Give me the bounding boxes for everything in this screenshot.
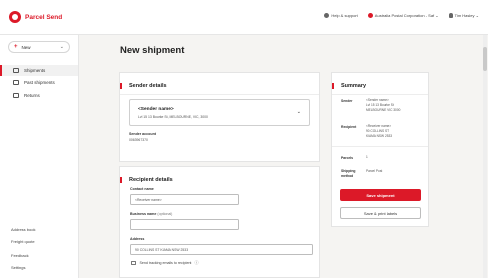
new-button[interactable]: + New ⌄ xyxy=(8,41,70,53)
chevron-down-icon: ⌄ xyxy=(475,13,479,18)
summary-recipient-value: <Receiver name> 90 COLLINS ST KIAMA NSW … xyxy=(366,124,393,138)
summary-heading: Summary xyxy=(341,83,367,89)
sidebar-link-feedback[interactable]: Feedback xyxy=(11,253,29,258)
divider xyxy=(120,94,319,95)
top-bar: Parcel Send Help & support Australia Pos… xyxy=(0,0,488,35)
top-links: Help & support Australia Postal Corporat… xyxy=(324,13,479,19)
recipient-details-heading: Recipient details xyxy=(129,177,173,183)
address-label: Address xyxy=(130,237,145,241)
user-menu[interactable]: Tim Hasley ⌄ xyxy=(448,13,479,19)
sidebar-item-shipments[interactable]: Shipments xyxy=(0,65,78,76)
sidebar-link-address-book[interactable]: Address book xyxy=(11,227,35,232)
account-icon xyxy=(367,13,373,19)
save-print-labels-button[interactable]: Save & print labels xyxy=(340,207,421,219)
sender-select[interactable]: <Sender name> Lvl 15 13 Bourke St, MELBO… xyxy=(129,99,310,126)
summary-recipient-label: Recipient xyxy=(341,125,357,129)
past-shipments-icon xyxy=(13,80,19,85)
business-name-label: Business name (optional) xyxy=(130,212,173,216)
chevron-down-icon: ⌄ xyxy=(296,109,301,115)
summary-sender-label: Sender xyxy=(341,99,353,103)
business-name-input[interactable] xyxy=(130,219,239,230)
summary-parcels-label: Parcels xyxy=(341,156,354,160)
plus-icon: + xyxy=(14,44,18,50)
sender-account-label: Sender account xyxy=(129,132,156,136)
recipient-details-card: Recipient details Contact name <Receiver… xyxy=(119,166,320,278)
section-accent xyxy=(120,177,122,183)
shipments-icon xyxy=(13,68,19,73)
section-accent xyxy=(332,83,334,89)
parcel-send-logo-icon xyxy=(9,11,21,23)
chevron-down-icon: ⌄ xyxy=(59,44,64,50)
divider xyxy=(332,146,428,147)
sender-details-heading: Sender details xyxy=(129,83,167,89)
chevron-down-icon: ⌄ xyxy=(435,13,439,18)
brand-name: Parcel Send xyxy=(25,13,63,21)
user-icon xyxy=(448,13,453,19)
sidebar-item-past-shipments[interactable]: Past shipments xyxy=(0,77,78,88)
brand-logo[interactable]: Parcel Send xyxy=(9,11,62,23)
returns-icon xyxy=(13,93,19,98)
contact-name-label: Contact name xyxy=(130,187,154,191)
sidebar: + New ⌄ Shipments Past shipments Returns… xyxy=(0,35,79,278)
checkbox-box xyxy=(131,260,136,266)
sidebar-item-returns[interactable]: Returns xyxy=(0,90,78,101)
sender-details-card: Sender details <Sender name> Lvl 15 13 B… xyxy=(119,72,320,162)
sidebar-link-freight-quote[interactable]: Freight quote xyxy=(11,239,35,244)
divider xyxy=(332,94,428,95)
main-content: New shipment Sender details <Sender name… xyxy=(79,35,480,278)
address-input[interactable]: 90 COLLINS ST KIAMA NSW 2533 xyxy=(130,244,313,255)
app-window: Parcel Send Help & support Australia Pos… xyxy=(0,0,488,278)
tracking-emails-checkbox[interactable]: Send tracking emails to recipient ⓘ xyxy=(131,260,198,266)
sidebar-link-settings[interactable]: Settings xyxy=(11,265,25,270)
help-icon xyxy=(324,13,330,19)
page-title: New shipment xyxy=(120,45,185,56)
summary-parcels-value: 1 xyxy=(366,155,368,159)
save-shipment-button[interactable]: Save shipment xyxy=(340,189,421,201)
scrollbar-thumb[interactable] xyxy=(483,47,487,71)
account-switcher[interactable]: Australia Postal Corporation - Saf ⌄ xyxy=(367,13,439,19)
contact-name-input[interactable]: <Receiver name> xyxy=(130,194,239,205)
sender-address: Lvl 15 13 Bourke St, MELBOURNE, VIC, 300… xyxy=(138,115,208,119)
help-link[interactable]: Help & support xyxy=(324,13,358,19)
info-icon[interactable]: ⓘ xyxy=(194,260,198,266)
summary-sender-value: <Sender name> Lvl 15 13 Bourke St MELBOU… xyxy=(366,98,401,112)
sender-account-value: 0063967370 xyxy=(129,138,148,142)
summary-method-label: Shipping method xyxy=(341,169,356,178)
sender-name: <Sender name> xyxy=(138,107,174,112)
summary-method-value: Parcel Post xyxy=(366,169,383,173)
scrollbar-track[interactable] xyxy=(483,35,487,278)
section-accent xyxy=(120,83,122,89)
summary-card: Summary Sender <Sender name> Lvl 15 13 B… xyxy=(331,72,429,227)
